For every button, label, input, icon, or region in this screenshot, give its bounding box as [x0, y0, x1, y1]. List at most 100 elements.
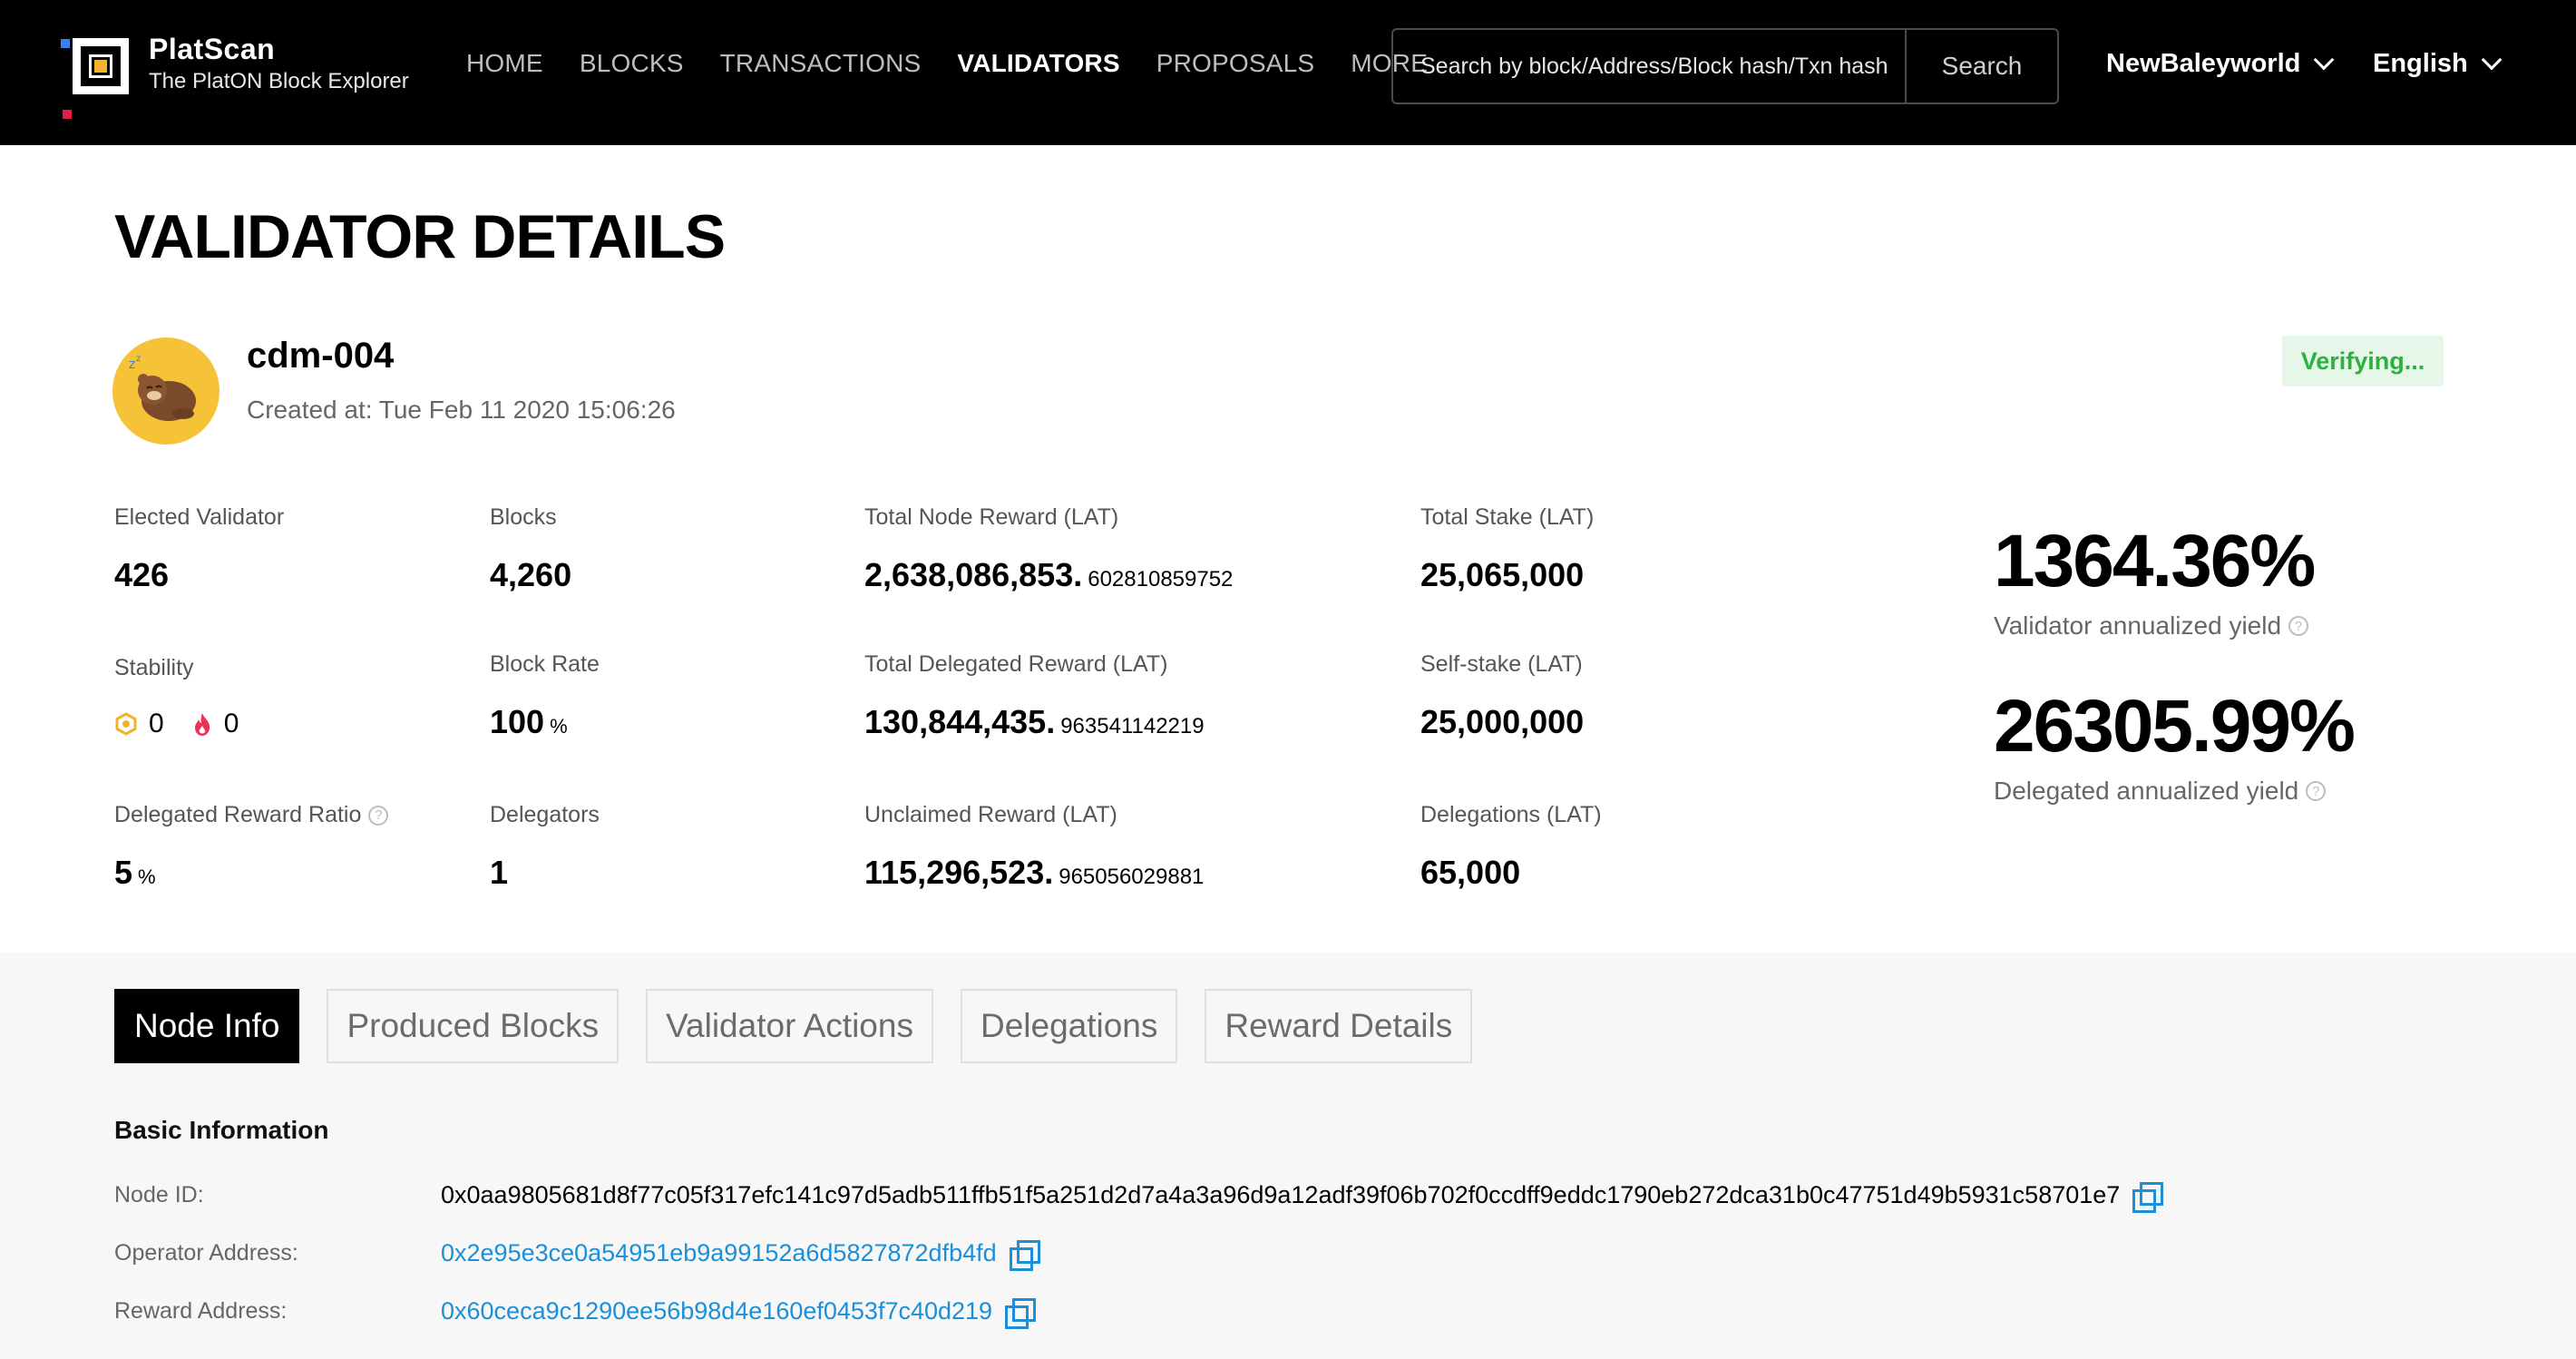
reward-address-row: Reward Address: 0x60ceca9c1290ee56b98d4e…	[114, 1297, 1037, 1329]
stat-value: 25,065,000	[1420, 556, 1585, 593]
node-id-label: Node ID:	[114, 1182, 204, 1207]
language-label: English	[2373, 49, 2468, 78]
delegated-yield: 26305.99% Delegated annualized yield ?	[1994, 684, 2356, 806]
stat-total-delegated-reward: Total Delegated Reward (LAT) 130,844,435…	[864, 651, 1205, 741]
chevron-down-icon	[2481, 49, 2503, 70]
top-navbar: PlatScan The PlatON Block Explorer HOME …	[0, 0, 2576, 145]
validator-yield-label: Validator annualized yield	[1994, 611, 2282, 640]
svg-text:z: z	[129, 357, 135, 372]
low-block-rate-icon	[114, 712, 138, 736]
stat-value: 1	[490, 854, 509, 891]
copy-icon[interactable]	[2132, 1181, 2164, 1213]
language-dropdown[interactable]: English	[2373, 49, 2503, 79]
basic-information-title: Basic Information	[114, 1116, 329, 1144]
stat-total-stake: Total Stake (LAT) 25,065,000	[1420, 504, 1594, 594]
operator-address-label: Operator Address:	[114, 1240, 298, 1266]
stat-unit: %	[550, 715, 568, 738]
bear-avatar-icon: z z	[129, 354, 196, 421]
stat-value: 115,296,523.	[864, 854, 1054, 891]
tab-reward-details[interactable]: Reward Details	[1205, 989, 1473, 1063]
nav-validators[interactable]: VALIDATORS	[957, 49, 1119, 78]
nav-blocks[interactable]: BLOCKS	[580, 49, 684, 78]
operator-address-row: Operator Address: 0x2e95e3ce0a54951eb9a9…	[114, 1239, 1040, 1271]
tab-node-info[interactable]: Node Info	[114, 989, 300, 1063]
detail-section: Node Info Produced Blocks Validator Acti…	[0, 953, 2576, 1359]
stat-label: Block Rate	[490, 651, 600, 677]
delegated-yield-label: Delegated annualized yield	[1994, 777, 2299, 805]
delegated-yield-value: 26305.99%	[1994, 685, 2356, 767]
tab-delegations[interactable]: Delegations	[960, 989, 1178, 1063]
stat-value: 2,638,086,853.	[864, 556, 1083, 593]
node-id-row: Node ID: 0x0aa9805681d8f77c05f317efc141c…	[114, 1181, 2164, 1213]
search-box: Search	[1391, 28, 2059, 104]
stat-unit: %	[138, 865, 156, 888]
stat-value: 4,260	[490, 556, 572, 593]
help-icon[interactable]: ?	[368, 805, 389, 826]
svg-text:z: z	[136, 354, 141, 364]
operator-address-link[interactable]: 0x2e95e3ce0a54951eb9a99152a6d5827872dfb4…	[441, 1239, 997, 1267]
help-icon[interactable]: ?	[2306, 781, 2327, 801]
search-input[interactable]	[1393, 30, 1905, 103]
stat-value: 25,000,000	[1420, 703, 1585, 740]
stat-label: Total Delegated Reward (LAT)	[864, 651, 1168, 677]
stat-value: 426	[114, 556, 170, 593]
network-label: NewBaleyworld	[2106, 49, 2301, 78]
stat-value: 100	[490, 703, 545, 740]
stat-value: 65,000	[1420, 854, 1521, 891]
stat-blocks: Blocks 4,260	[490, 504, 571, 594]
validator-yield: 1364.36% Validator annualized yield ?	[1994, 519, 2316, 640]
stat-unclaimed-reward: Unclaimed Reward (LAT) 115,296,523. 96505…	[864, 802, 1204, 892]
tab-produced-blocks[interactable]: Produced Blocks	[327, 989, 620, 1063]
stat-label: Delegated Reward Ratio	[114, 802, 362, 827]
stat-label: Total Stake (LAT)	[1420, 504, 1595, 530]
stat-total-node-reward: Total Node Reward (LAT) 2,638,086,853. 60…	[864, 504, 1233, 594]
slash-fire-icon	[191, 711, 213, 737]
stat-delegations: Delegations (LAT) 65,000	[1420, 802, 1602, 892]
stat-decimals: 965056029881	[1059, 865, 1205, 889]
validator-avatar: z z	[112, 337, 220, 445]
stat-label: Self-stake (LAT)	[1420, 651, 1583, 677]
reward-address-link[interactable]: 0x60ceca9c1290ee56b98d4e160ef0453f7c40d2…	[441, 1297, 992, 1325]
stat-value: 130,844,435.	[864, 703, 1056, 740]
stat-self-stake: Self-stake (LAT) 25,000,000	[1420, 651, 1584, 741]
chevron-down-icon	[2314, 49, 2335, 70]
stat-label: Total Node Reward (LAT)	[864, 504, 1119, 530]
validator-name: cdm-004	[247, 336, 395, 376]
stat-decimals: 963541142219	[1060, 714, 1205, 738]
help-icon[interactable]: ?	[2288, 616, 2309, 636]
brand-name: PlatScan	[149, 33, 276, 65]
reward-address-label: Reward Address:	[114, 1298, 288, 1324]
status-badge: Verifying...	[2282, 336, 2444, 386]
search-button[interactable]: Search	[1905, 30, 2057, 103]
validator-created-at: Created at: Tue Feb 11 2020 15:06:26	[247, 396, 676, 424]
stat-elected-validator: Elected Validator 426	[114, 504, 284, 594]
stat-delegated-reward-ratio: Delegated Reward Ratio ? 5%	[114, 802, 389, 892]
nav-transactions[interactable]: TRANSACTIONS	[720, 49, 922, 78]
stat-decimals: 602810859752	[1088, 567, 1234, 592]
stat-stability: Stability 0 0	[114, 655, 239, 739]
stat-label: Unclaimed Reward (LAT)	[864, 802, 1117, 827]
nav-proposals[interactable]: PROPOSALS	[1156, 49, 1315, 78]
platscan-logo[interactable]: PlatScan The PlatON Block Explorer	[61, 25, 454, 119]
stat-value: 5	[114, 854, 133, 891]
tab-validator-actions[interactable]: Validator Actions	[646, 989, 933, 1063]
stat-delegators: Delegators 1	[490, 802, 600, 892]
platscan-logo-icon	[61, 38, 129, 119]
page-title: VALIDATOR DETAILS	[114, 202, 726, 271]
main-nav: HOME BLOCKS TRANSACTIONS VALIDATORS PROP…	[466, 49, 1428, 78]
detail-tabs: Node Info Produced Blocks Validator Acti…	[114, 989, 1473, 1063]
stability-low-block-count: 0	[149, 709, 164, 738]
stat-label: Delegators	[490, 802, 600, 827]
stat-block-rate: Block Rate 100%	[490, 651, 600, 741]
copy-icon[interactable]	[1009, 1239, 1040, 1271]
node-id-value: 0x0aa9805681d8f77c05f317efc141c97d5adb51…	[441, 1181, 2121, 1208]
network-dropdown[interactable]: NewBaleyworld	[2106, 49, 2335, 79]
nav-home[interactable]: HOME	[466, 49, 543, 78]
stat-label: Blocks	[490, 504, 557, 530]
stat-label: Elected Validator	[114, 504, 285, 530]
stability-slash-count: 0	[223, 709, 239, 738]
stat-label: Delegations (LAT)	[1420, 802, 1602, 827]
brand-tagline: The PlatON Block Explorer	[149, 69, 409, 93]
copy-icon[interactable]	[1005, 1297, 1037, 1329]
stat-label: Stability	[114, 655, 194, 680]
